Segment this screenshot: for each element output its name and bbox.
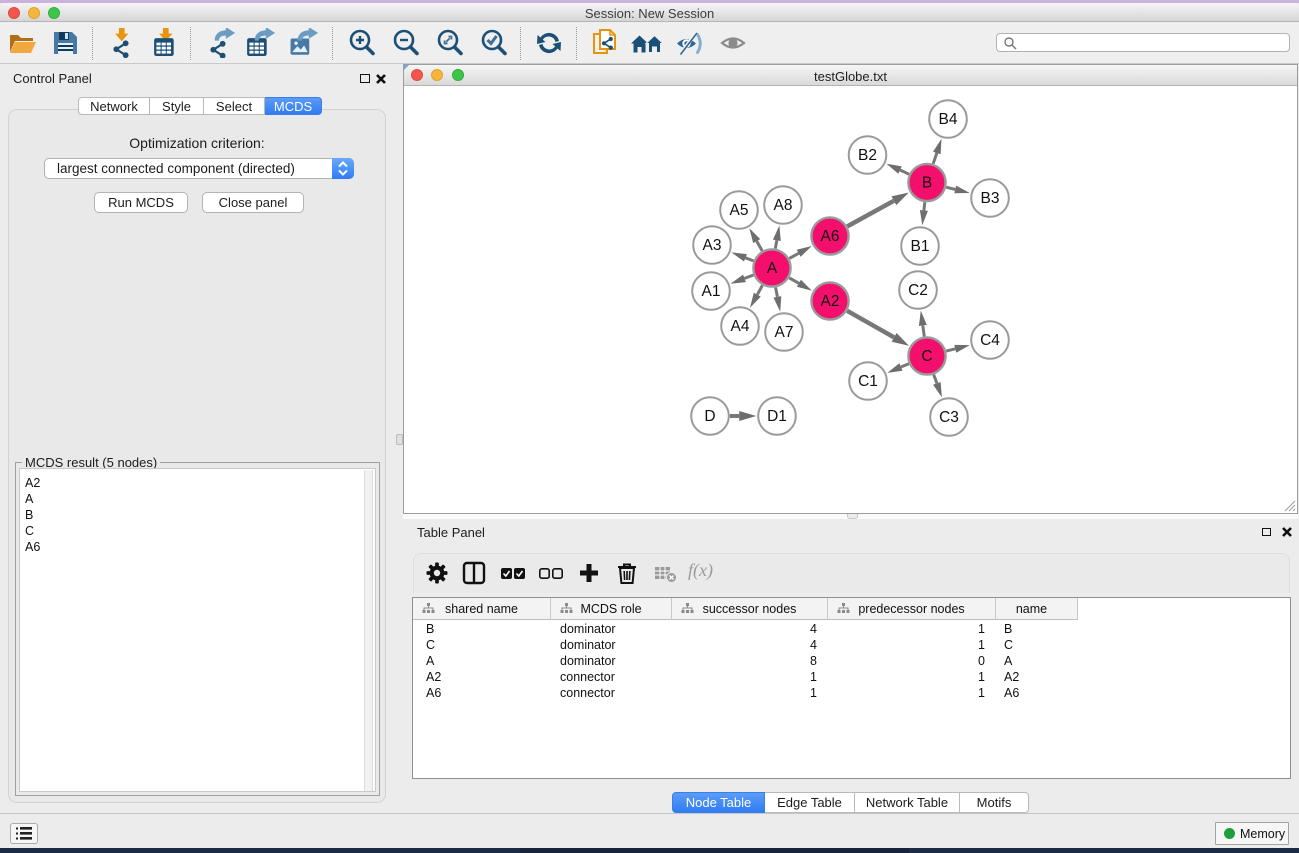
svg-text:A4: A4 bbox=[731, 318, 750, 335]
svg-text:A7: A7 bbox=[775, 324, 794, 341]
svg-text:A3: A3 bbox=[703, 237, 722, 254]
svg-text:B3: B3 bbox=[981, 190, 1000, 207]
svg-text:A6: A6 bbox=[821, 228, 840, 245]
svg-text:B1: B1 bbox=[911, 238, 930, 255]
svg-text:C4: C4 bbox=[980, 332, 1000, 349]
svg-text:A1: A1 bbox=[702, 283, 721, 300]
svg-text:C2: C2 bbox=[908, 282, 928, 299]
svg-text:D1: D1 bbox=[767, 408, 787, 425]
svg-text:B: B bbox=[922, 175, 932, 192]
svg-text:A8: A8 bbox=[774, 197, 793, 214]
svg-text:B4: B4 bbox=[939, 111, 958, 128]
svg-text:A5: A5 bbox=[730, 202, 749, 219]
svg-text:B2: B2 bbox=[858, 147, 877, 164]
svg-text:C3: C3 bbox=[939, 409, 959, 426]
svg-text:A2: A2 bbox=[821, 293, 840, 310]
svg-text:D: D bbox=[704, 408, 715, 425]
svg-text:C: C bbox=[921, 348, 932, 365]
svg-text:C1: C1 bbox=[858, 373, 878, 390]
svg-text:A: A bbox=[767, 260, 778, 277]
